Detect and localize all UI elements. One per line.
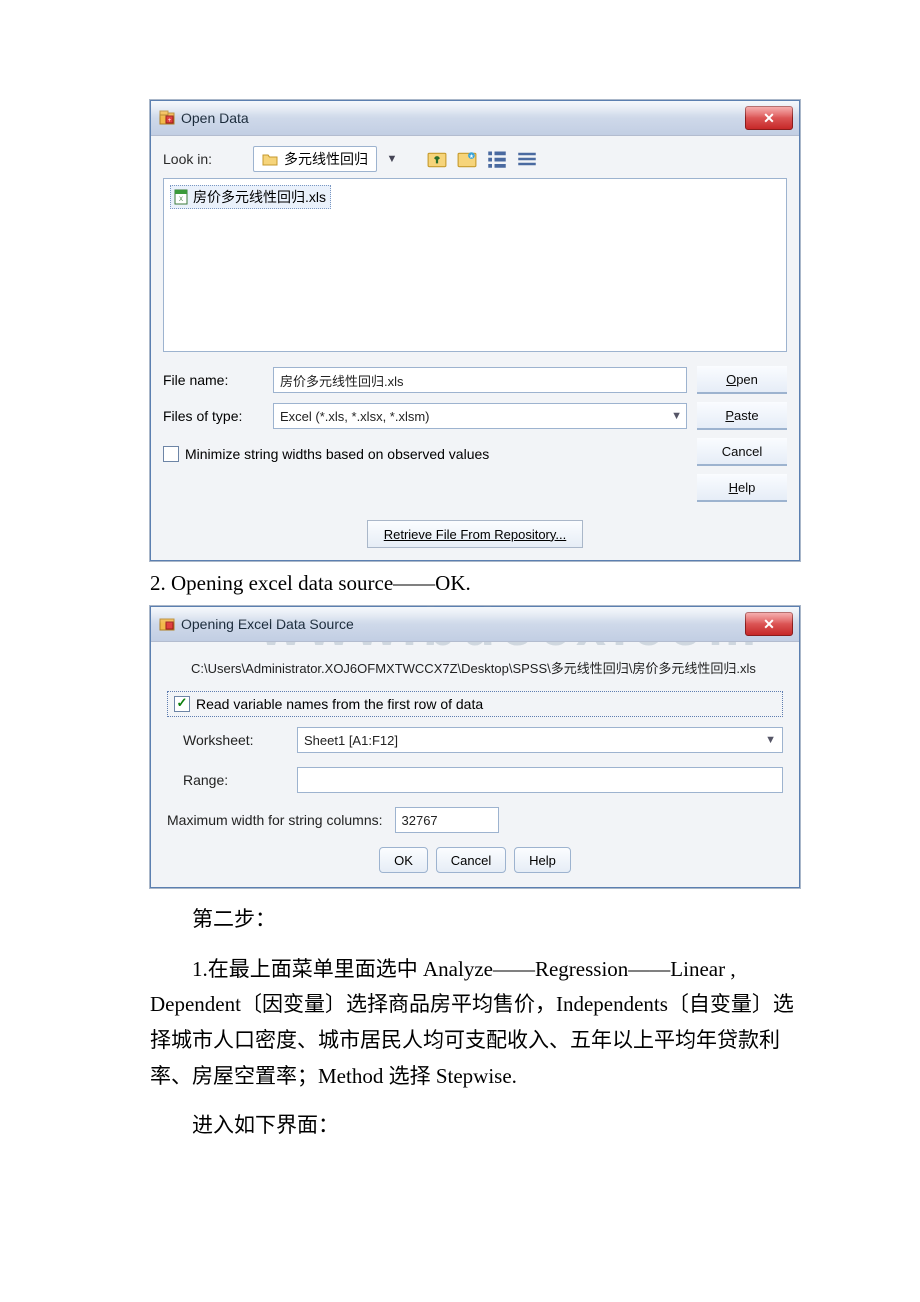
close-button[interactable]: ✕ — [745, 106, 793, 130]
chevron-down-icon[interactable]: ▼ — [377, 153, 403, 165]
close-icon: ✕ — [763, 111, 775, 125]
help-button[interactable]: Help — [697, 474, 787, 502]
opening-excel-titlebar[interactable]: Opening Excel Data Source ✕ — [151, 607, 799, 642]
minimize-checkbox-label: Minimize string widths based on observed… — [185, 446, 489, 462]
xls-file-icon: X — [173, 189, 189, 205]
look-in-dropdown[interactable]: 多元线性回归 — [253, 146, 377, 172]
ok-button[interactable]: OK — [379, 847, 428, 873]
worksheet-label: Worksheet: — [167, 732, 287, 748]
minimize-checkbox-row[interactable]: Minimize string widths based on observed… — [163, 446, 687, 462]
list-view-icon[interactable] — [517, 150, 537, 168]
read-variable-names-checkbox[interactable] — [174, 696, 190, 712]
files-of-type-label: Files of type: — [163, 408, 263, 424]
look-in-label: Look in: — [163, 151, 253, 167]
open-data-titlebar[interactable]: + Open Data ✕ — [151, 101, 799, 136]
svg-text:X: X — [179, 197, 183, 203]
file-name-input[interactable]: 房价多元线性回归.xls — [273, 367, 687, 393]
app-icon: + — [159, 110, 175, 126]
step2-tail: 进入如下界面： — [150, 1108, 800, 1144]
chevron-down-icon: ▼ — [671, 410, 682, 422]
svg-text:+: + — [168, 118, 172, 124]
open-data-dialog: + Open Data ✕ Look in: 多元线性回归 ▼ — [150, 100, 800, 561]
source-path: C:\Users\Administrator.XOJ6OFMXTWCCX7Z\D… — [191, 658, 783, 677]
new-folder-icon[interactable]: ★ — [457, 150, 477, 168]
max-width-label: Maximum width for string columns: — [167, 812, 383, 828]
look-in-value: 多元线性回归 — [284, 149, 368, 169]
file-name-label: File name: — [163, 372, 263, 388]
range-label: Range: — [167, 772, 287, 788]
app-icon — [159, 616, 175, 632]
max-width-input[interactable]: 32767 — [395, 807, 499, 833]
cancel-button[interactable]: Cancel — [436, 847, 506, 873]
range-input[interactable] — [297, 767, 783, 793]
step2-paragraph: 1.在最上面菜单里面选中 Analyze——Regression——Linear… — [150, 952, 800, 1095]
close-icon: ✕ — [763, 617, 775, 631]
caption-opening-excel: 2. Opening excel data source——OK. — [150, 571, 800, 596]
close-button[interactable]: ✕ — [745, 612, 793, 636]
help-button[interactable]: Help — [514, 847, 571, 873]
read-variable-names-row[interactable]: Read variable names from the first row o… — [167, 691, 783, 717]
opening-excel-dialog: Opening Excel Data Source ✕ C:\Users\Adm… — [150, 606, 800, 888]
file-item[interactable]: X 房价多元线性回归.xls — [170, 185, 331, 209]
open-button[interactable]: Open — [697, 366, 787, 394]
files-of-type-dropdown[interactable]: Excel (*.xls, *.xlsx, *.xlsm) ▼ — [273, 403, 687, 429]
step2-heading: 第二步： — [150, 902, 800, 938]
worksheet-dropdown[interactable]: Sheet1 [A1:F12] ▼ — [297, 727, 783, 753]
read-variable-names-label: Read variable names from the first row o… — [196, 696, 483, 712]
open-data-title: Open Data — [181, 110, 249, 126]
file-item-label: 房价多元线性回归.xls — [193, 187, 326, 207]
minimize-checkbox[interactable] — [163, 446, 179, 462]
folder-icon — [262, 152, 278, 166]
chevron-down-icon: ▼ — [765, 734, 776, 746]
cancel-button[interactable]: Cancel — [697, 438, 787, 466]
svg-text:★: ★ — [469, 153, 474, 160]
folder-up-icon[interactable] — [427, 150, 447, 168]
retrieve-from-repository-button[interactable]: Retrieve File From Repository... — [367, 520, 584, 548]
paste-button[interactable]: Paste — [697, 402, 787, 430]
file-list-pane[interactable]: X 房价多元线性回归.xls — [163, 178, 787, 352]
details-view-icon[interactable] — [487, 150, 507, 168]
opening-excel-title: Opening Excel Data Source — [181, 616, 354, 632]
